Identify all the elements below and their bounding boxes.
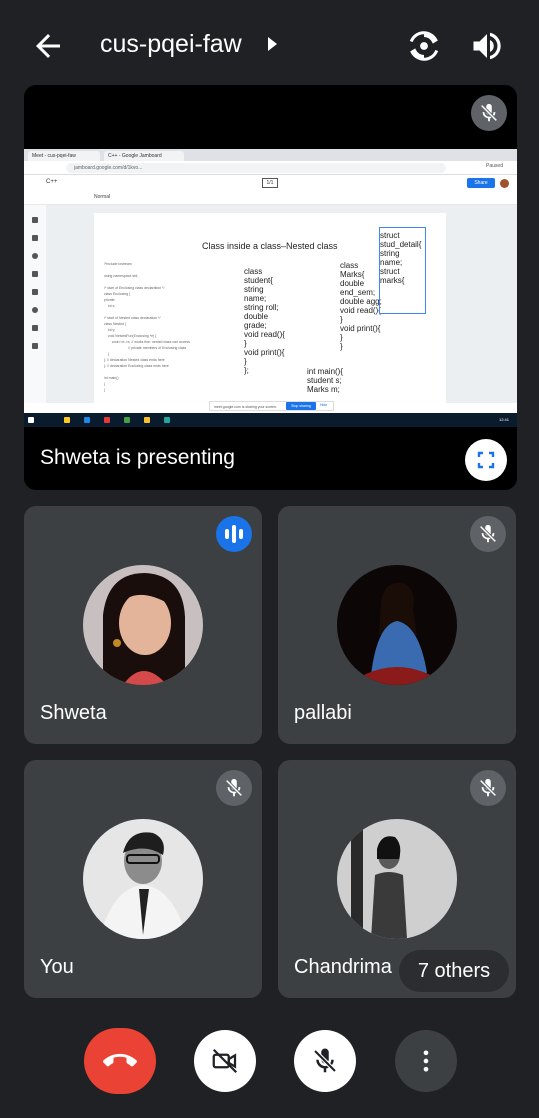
start-icon bbox=[28, 417, 34, 423]
muted-badge bbox=[470, 770, 506, 806]
avatar bbox=[337, 565, 457, 685]
fullscreen-icon bbox=[477, 451, 495, 469]
page-indicator: 1/1 bbox=[262, 178, 278, 188]
mic-off-icon bbox=[479, 524, 497, 543]
participant-name: You bbox=[40, 956, 74, 978]
presentation-mute-badge bbox=[471, 95, 507, 131]
participant-name: pallabi bbox=[294, 702, 352, 724]
jamboard-share-button: Share bbox=[467, 178, 495, 188]
avatar bbox=[83, 565, 203, 685]
mic-off-icon bbox=[313, 1048, 337, 1073]
jamboard-tool-rail bbox=[24, 205, 46, 403]
participant-tile-self[interactable]: You bbox=[24, 760, 262, 998]
more-vertical-icon bbox=[423, 1050, 429, 1072]
chrome-icon bbox=[144, 417, 150, 423]
camera-toggle-button[interactable] bbox=[194, 1030, 256, 1092]
audio-level-bar bbox=[232, 525, 236, 543]
eraser-icon bbox=[32, 235, 38, 241]
mic-off-icon bbox=[480, 103, 498, 122]
browser-address-bar: jamboard.google.com/d/1kvo... Paused bbox=[24, 161, 517, 175]
jamboard-header: C++ 1/1 Share bbox=[24, 175, 517, 191]
audio-level-bar bbox=[239, 529, 243, 539]
image-icon bbox=[32, 289, 38, 295]
caret-right-icon[interactable] bbox=[268, 37, 277, 51]
pen-icon bbox=[32, 217, 38, 223]
hide-link: Hide bbox=[320, 403, 328, 407]
top-bar: cus-pqei-faw bbox=[0, 0, 539, 90]
others-chip[interactable]: 7 others bbox=[399, 950, 509, 992]
app-icon bbox=[84, 417, 90, 423]
audio-level-icon bbox=[225, 529, 229, 539]
app-icon bbox=[124, 417, 130, 423]
folder-icon bbox=[64, 417, 70, 423]
browser-tab-strip: Meet - cus-pqei-faw C++ - Google Jamboar… bbox=[24, 149, 517, 161]
mic-off-icon bbox=[479, 778, 497, 797]
profile-label: Paused bbox=[486, 163, 503, 169]
more-options-button[interactable] bbox=[395, 1030, 457, 1092]
presenter-label: Shweta is presenting bbox=[40, 446, 235, 469]
switch-camera-button[interactable] bbox=[406, 28, 442, 64]
select-icon bbox=[32, 253, 38, 259]
microphone-toggle-button[interactable] bbox=[294, 1030, 356, 1092]
arrow-left-icon bbox=[36, 34, 60, 58]
clock: 12:41 bbox=[498, 417, 509, 422]
phone-hangup-icon bbox=[103, 1053, 137, 1067]
jamboard-toolbar: Normal bbox=[24, 191, 517, 205]
text-box-icon bbox=[32, 325, 38, 331]
muted-badge bbox=[470, 516, 506, 552]
browser-tab: C++ - Google Jamboard bbox=[104, 151, 184, 161]
avatar bbox=[500, 179, 509, 188]
speaking-indicator bbox=[216, 516, 252, 552]
slide-title: Class inside a class–Nested class bbox=[202, 241, 338, 251]
end-call-button[interactable] bbox=[84, 1028, 156, 1094]
participant-tile[interactable]: Shweta bbox=[24, 506, 262, 744]
browser-tab: Meet - cus-pqei-faw bbox=[28, 151, 100, 161]
avatar bbox=[337, 819, 457, 939]
shape-icon bbox=[32, 307, 38, 313]
switch-camera-icon bbox=[409, 31, 439, 61]
fullscreen-button[interactable] bbox=[465, 439, 507, 481]
meeting-code[interactable]: cus-pqei-faw bbox=[100, 30, 242, 59]
jamboard-title: C++ bbox=[46, 179, 58, 185]
os-taskbar: 12:41 bbox=[24, 413, 517, 427]
avatar bbox=[83, 819, 203, 939]
back-button[interactable] bbox=[30, 28, 66, 64]
code-marks: class Marks{ double end_sem; double agg;… bbox=[340, 261, 382, 351]
app-icon bbox=[164, 417, 170, 423]
muted-badge bbox=[216, 770, 252, 806]
participant-name: Shweta bbox=[40, 702, 107, 724]
code-main: int main(){ student s; Marks m; bbox=[307, 367, 344, 394]
participant-tile[interactable]: pallabi bbox=[278, 506, 516, 744]
slide-notes: /*include iostream using namespace std; … bbox=[104, 262, 190, 392]
app-icon bbox=[104, 417, 110, 423]
stop-sharing-button: Stop sharing bbox=[286, 402, 316, 410]
code-student: class student{ string name; string roll;… bbox=[244, 267, 285, 375]
participant-name: Chandrima bbox=[294, 956, 392, 978]
laser-icon bbox=[32, 343, 38, 349]
selection-box bbox=[379, 227, 426, 314]
mic-off-icon bbox=[225, 778, 243, 797]
audio-output-button[interactable] bbox=[469, 28, 505, 64]
speaker-icon bbox=[473, 32, 501, 60]
url-box: jamboard.google.com/d/1kvo... bbox=[66, 163, 446, 173]
camera-off-icon bbox=[212, 1048, 238, 1074]
toolbar-label: Normal bbox=[94, 194, 111, 200]
shared-screen: Meet - cus-pqei-faw C++ - Google Jamboar… bbox=[24, 149, 517, 427]
sticky-note-icon bbox=[32, 271, 38, 277]
presentation-tile[interactable]: Meet - cus-pqei-faw C++ - Google Jamboar… bbox=[24, 85, 517, 490]
